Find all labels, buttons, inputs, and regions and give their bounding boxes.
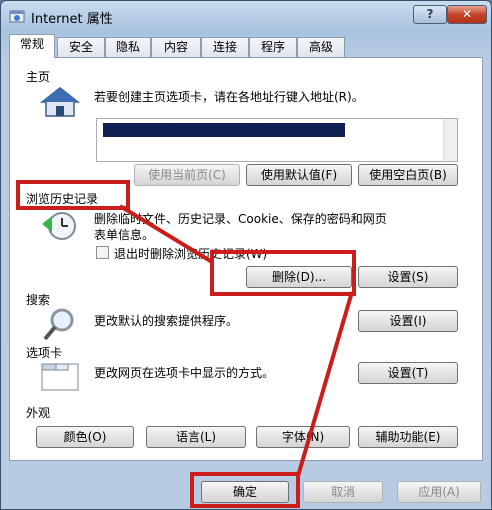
tab-connections[interactable]: 连接	[201, 37, 249, 57]
fonts-button[interactable]: 字体(N)	[256, 426, 350, 448]
history-description-line2: 表单信息。	[94, 228, 155, 242]
history-clock-icon	[42, 212, 76, 240]
tab-programs[interactable]: 程序	[249, 37, 297, 57]
cancel-button[interactable]: 取消	[303, 481, 383, 503]
search-description: 更改默认的搜索提供程序。	[94, 314, 239, 328]
dialog-footer: 确定 取消 应用(A)	[1, 463, 491, 509]
use-current-button[interactable]: 使用当前页(C)	[134, 164, 240, 186]
tab-content[interactable]: 内容	[151, 37, 201, 57]
languages-button[interactable]: 语言(L)	[146, 426, 246, 448]
use-blank-button[interactable]: 使用空白页(B)	[358, 164, 458, 186]
tabs-description: 更改网页在选项卡中显示的方式。	[94, 366, 275, 380]
tab-general[interactable]: 常规	[9, 34, 55, 58]
colors-button[interactable]: 颜色(O)	[36, 426, 134, 448]
accessibility-button[interactable]: 辅助功能(E)	[358, 426, 458, 448]
tabs-window-icon	[41, 363, 79, 391]
title-bar[interactable]: Internet 属性 ? ✕	[1, 1, 491, 31]
homepage-field-scrollbar[interactable]	[443, 119, 457, 161]
internet-options-icon	[9, 10, 25, 23]
home-icon	[40, 87, 80, 117]
internet-options-window: Internet 属性 ? ✕ 常规 安全 隐私 内容 连接 程序 高级 主页 …	[0, 0, 492, 510]
tabs-settings-button[interactable]: 设置(T)	[358, 362, 458, 384]
window-title: Internet 属性	[31, 12, 113, 27]
history-settings-button[interactable]: 设置(S)	[358, 266, 458, 288]
homepage-description: 若要创建主页选项卡，请在各地址行键入地址(R)。	[94, 90, 364, 104]
delete-on-exit-label: 退出时删除浏览历史记录(W)	[114, 247, 268, 261]
tab-privacy[interactable]: 隐私	[105, 37, 151, 57]
close-button[interactable]: ✕	[447, 5, 487, 24]
ok-button[interactable]: 确定	[201, 481, 289, 503]
appearance-section-label: 外观	[26, 406, 51, 420]
tab-advanced[interactable]: 高级	[297, 37, 345, 57]
use-default-button[interactable]: 使用默认值(F)	[246, 164, 352, 186]
tab-security[interactable]: 安全	[57, 37, 105, 57]
help-button[interactable]: ?	[413, 5, 447, 24]
search-settings-button[interactable]: 设置(I)	[358, 310, 458, 332]
homepage-url-value: http://www.2345.com/?k12662	[103, 123, 345, 137]
tabs-section-label: 选项卡	[26, 346, 63, 360]
tab-strip: 常规 安全 隐私 内容 连接 程序 高级	[9, 33, 485, 58]
history-section-label: 浏览历史记录	[26, 192, 99, 206]
homepage-section-label: 主页	[26, 70, 51, 84]
homepage-address-field[interactable]: http://www.2345.com/?k12662	[96, 118, 458, 162]
delete-history-button[interactable]: 删除(D)...	[246, 266, 352, 288]
apply-button[interactable]: 应用(A)	[397, 481, 481, 503]
general-tab-panel: 主页 若要创建主页选项卡，请在各地址行键入地址(R)。 http://www.2…	[9, 57, 483, 461]
history-description-line1: 删除临时文件、历史记录、Cookie、保存的密码和网页	[94, 212, 387, 226]
delete-on-exit-checkbox[interactable]	[96, 246, 109, 259]
magnifier-icon	[43, 308, 74, 341]
